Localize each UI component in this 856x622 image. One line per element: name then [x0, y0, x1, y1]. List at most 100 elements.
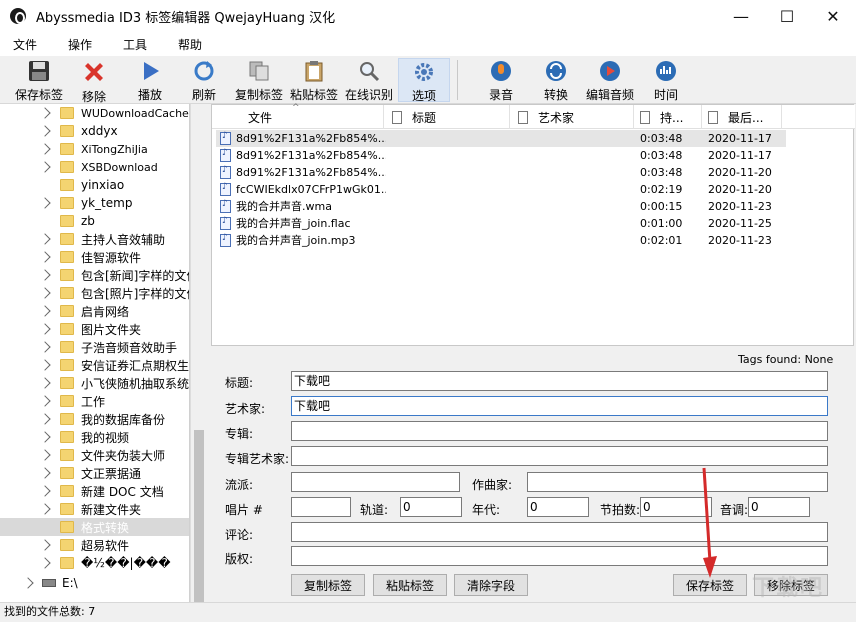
chevron-right-icon[interactable]	[39, 107, 50, 118]
column-duration[interactable]: 持...	[634, 105, 702, 129]
chevron-right-icon[interactable]	[39, 557, 50, 568]
chevron-right-icon[interactable]	[22, 577, 33, 588]
bpm-field[interactable]: 0	[640, 497, 712, 517]
tree-folder-item[interactable]: 小飞侠随机抽取系统	[0, 374, 190, 392]
disc-field[interactable]	[291, 497, 351, 517]
composer-field[interactable]	[527, 472, 828, 492]
file-row[interactable]: 我的合并声音_join.flac0:01:002020-11-25	[216, 215, 786, 232]
chevron-right-icon[interactable]	[39, 341, 50, 352]
play-button[interactable]: 播放	[134, 58, 166, 102]
tree-folder-item[interactable]: 新建文件夹	[0, 500, 190, 518]
refresh-button[interactable]: 刷新	[188, 58, 220, 102]
chevron-right-icon[interactable]	[39, 485, 50, 496]
tree-scrollbar[interactable]	[190, 104, 207, 602]
options-button[interactable]: 选项	[398, 58, 450, 102]
key-field[interactable]: 0	[748, 497, 810, 517]
copy-tags-button[interactable]: 复制标签	[233, 58, 285, 102]
menu-action[interactable]: 操作	[55, 36, 105, 53]
chevron-right-icon[interactable]	[39, 449, 50, 460]
chevron-right-icon[interactable]	[39, 125, 50, 136]
chevron-right-icon[interactable]	[39, 287, 50, 298]
comment-field[interactable]	[291, 522, 828, 542]
album-field[interactable]	[291, 421, 828, 441]
tree-folder-item[interactable]: 我的视频	[0, 428, 190, 446]
convert-button[interactable]: 转换	[540, 58, 572, 102]
remove-button[interactable]: 移除	[78, 58, 110, 102]
file-row[interactable]: 8d91%2F131a%2Fb854%...0:03:482020-11-20	[216, 164, 786, 181]
tree-folder-item[interactable]: yinxiao	[0, 176, 190, 194]
tree-drive-item[interactable]: E:\	[0, 574, 190, 592]
remove-tags-button[interactable]: 移除标签	[754, 574, 828, 596]
chevron-right-icon[interactable]	[39, 197, 50, 208]
tree-folder-item[interactable]: WUDownloadCache	[0, 104, 190, 122]
tree-folder-item[interactable]: yk_temp	[0, 194, 190, 212]
tree-folder-item[interactable]: 图片文件夹	[0, 320, 190, 338]
tree-folder-item[interactable]: 工作	[0, 392, 190, 410]
chevron-right-icon[interactable]	[39, 467, 50, 478]
column-artist[interactable]: 艺术家	[510, 105, 634, 129]
column-title[interactable]: 标题	[384, 105, 510, 129]
chevron-right-icon[interactable]	[39, 251, 50, 262]
tree-folder-item[interactable]: 启肯网络	[0, 302, 190, 320]
file-row[interactable]: fcCWIEkdlx07CFrP1wGk01...0:02:192020-11-…	[216, 181, 786, 198]
file-row[interactable]: 我的合并声音.wma0:00:152020-11-23	[216, 198, 786, 215]
tree-folder-item[interactable]: 格式转换	[0, 518, 190, 536]
tree-folder-item[interactable]: 佳智源软件	[0, 248, 190, 266]
online-identify-button[interactable]: 在线识别	[343, 58, 395, 102]
tree-folder-item[interactable]: 我的数据库备份	[0, 410, 190, 428]
paste-tags-button[interactable]: 粘贴标签	[288, 58, 340, 102]
chevron-right-icon[interactable]	[39, 269, 50, 280]
year-field[interactable]: 0	[527, 497, 589, 517]
chevron-right-icon[interactable]	[39, 233, 50, 244]
menu-help[interactable]: 帮助	[165, 36, 215, 53]
tree-folder-item[interactable]: XiTongZhiJia	[0, 140, 190, 158]
tree-folder-item[interactable]: 包含[照片]字样的文件	[0, 284, 190, 302]
tree-folder-item[interactable]: 安信证券汇点期权生	[0, 356, 190, 374]
time-button[interactable]: 时间	[651, 58, 681, 102]
tree-folder-item[interactable]: 新建 DOC 文档	[0, 482, 190, 500]
minimize-button[interactable]: —	[718, 0, 764, 32]
copy-tags-form-button[interactable]: 复制标签	[291, 574, 365, 596]
clear-fields-button[interactable]: 清除字段	[454, 574, 528, 596]
chevron-right-icon[interactable]	[39, 503, 50, 514]
chevron-right-icon[interactable]	[39, 305, 50, 316]
copyright-field[interactable]	[291, 546, 828, 566]
folder-tree[interactable]: WUDownloadCachexddyxXiTongZhiJiaXSBDownl…	[0, 104, 190, 602]
chevron-right-icon[interactable]	[39, 143, 50, 154]
artist-field[interactable]: 下载吧	[291, 396, 828, 416]
tree-folder-item[interactable]: 主持人音效辅助	[0, 230, 190, 248]
tree-folder-item[interactable]: zb	[0, 212, 190, 230]
edit-audio-button[interactable]: 编辑音频	[584, 58, 636, 102]
column-modified[interactable]: 最后...	[702, 105, 782, 129]
save-tags-form-button[interactable]: 保存标签	[673, 574, 747, 596]
file-row[interactable]: 8d91%2F131a%2Fb854%...0:03:482020-11-17	[216, 147, 786, 164]
title-field[interactable]: 下载吧	[291, 371, 828, 391]
chevron-right-icon[interactable]	[39, 539, 50, 550]
track-field[interactable]: 0	[400, 497, 462, 517]
chevron-right-icon[interactable]	[39, 431, 50, 442]
column-file[interactable]: 文件 ^	[212, 105, 384, 129]
chevron-right-icon[interactable]	[39, 161, 50, 172]
chevron-right-icon[interactable]	[39, 359, 50, 370]
chevron-right-icon[interactable]	[39, 395, 50, 406]
tree-folder-item[interactable]: 文正票据通	[0, 464, 190, 482]
record-button[interactable]: 录音	[486, 58, 516, 102]
chevron-right-icon[interactable]	[39, 413, 50, 424]
save-tags-button[interactable]: 保存标签	[12, 58, 66, 102]
chevron-right-icon[interactable]	[39, 377, 50, 388]
maximize-button[interactable]: ☐	[764, 0, 810, 32]
tree-folder-item[interactable]: xddyx	[0, 122, 190, 140]
album-artist-field[interactable]	[291, 446, 828, 466]
tree-folder-item[interactable]: 子浩音频音效助手	[0, 338, 190, 356]
menu-file[interactable]: 文件	[0, 36, 50, 53]
close-button[interactable]: ✕	[810, 0, 856, 32]
file-row[interactable]: 8d91%2F131a%2Fb854%...0:03:482020-11-17	[216, 130, 786, 147]
tree-folder-item[interactable]: �½��|���	[0, 554, 190, 572]
file-row[interactable]: 我的合并声音_join.mp30:02:012020-11-23	[216, 232, 786, 249]
menu-tools[interactable]: 工具	[110, 36, 160, 53]
paste-tags-form-button[interactable]: 粘贴标签	[373, 574, 447, 596]
genre-field[interactable]	[291, 472, 460, 492]
chevron-right-icon[interactable]	[39, 323, 50, 334]
tree-folder-item[interactable]: 包含[新闻]字样的文件	[0, 266, 190, 284]
tree-folder-item[interactable]: 文件夹伪装大师	[0, 446, 190, 464]
